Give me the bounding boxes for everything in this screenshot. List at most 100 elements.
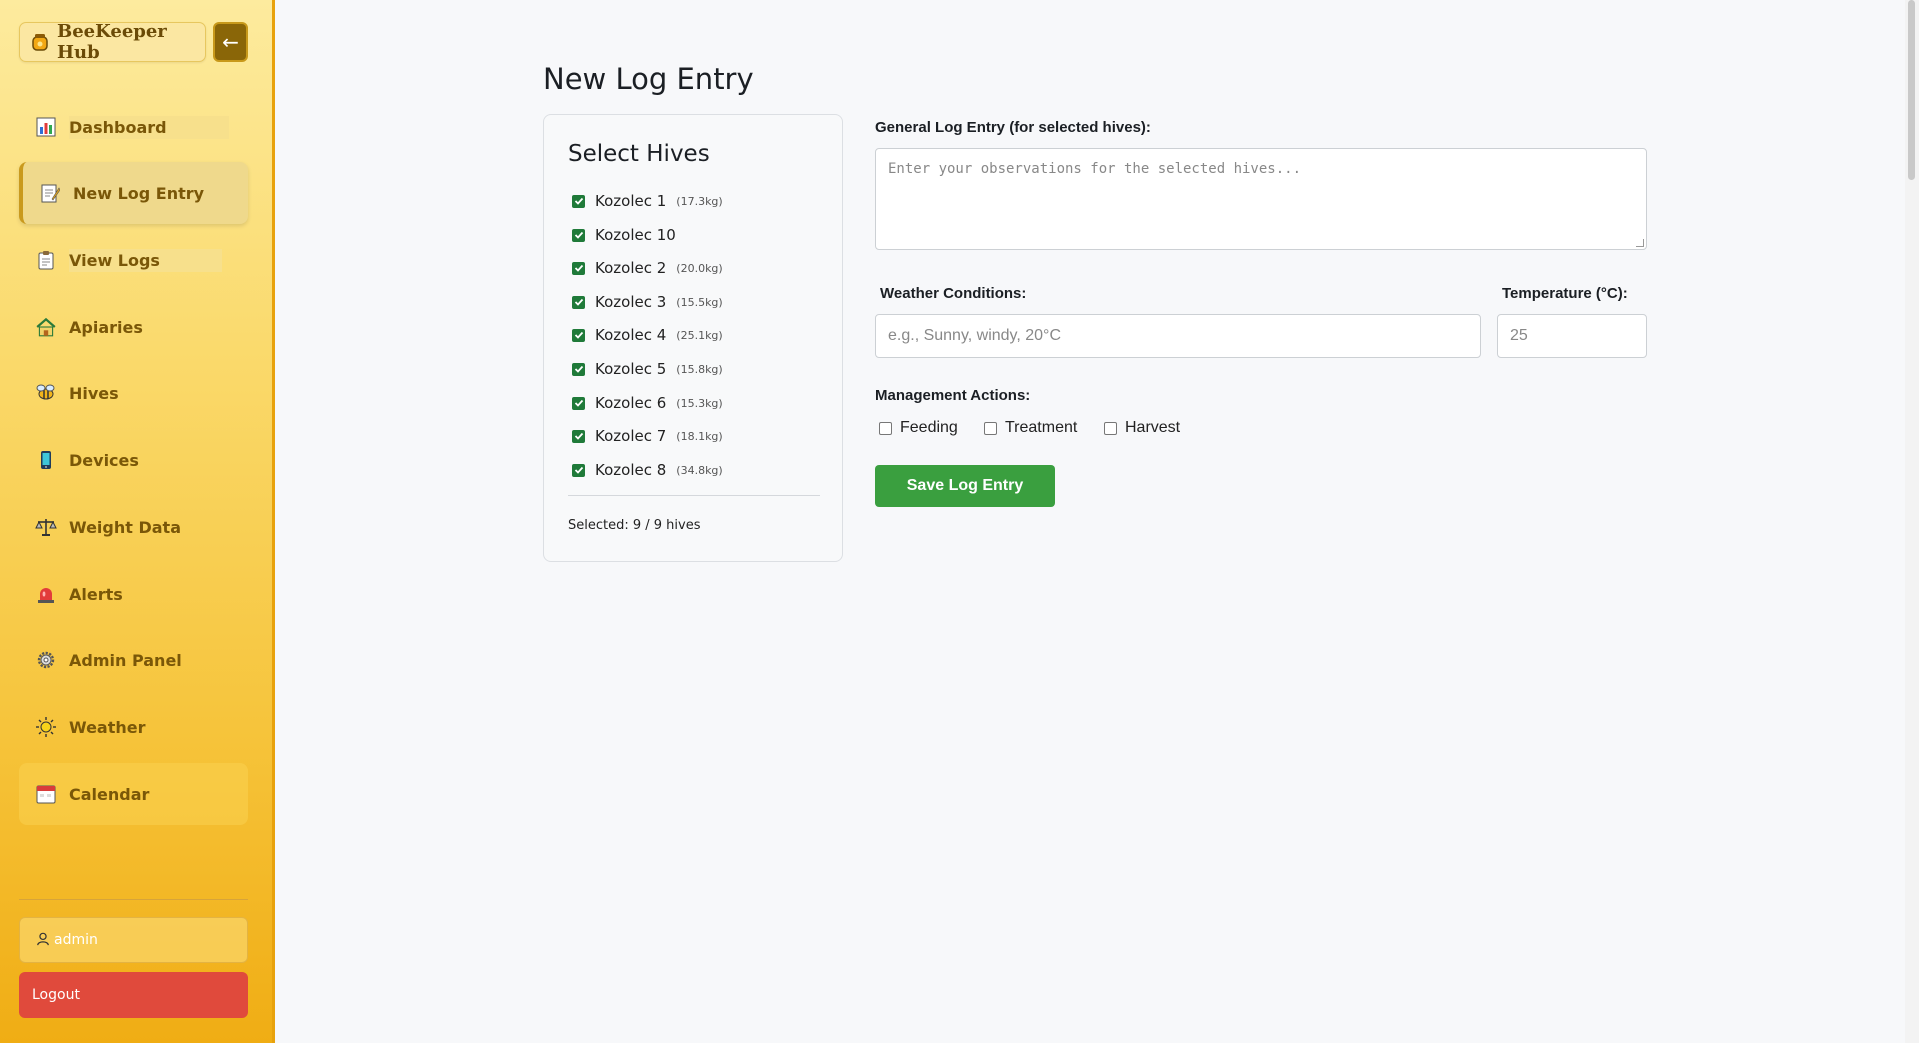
- divider: [568, 495, 820, 496]
- action-harvest[interactable]: Harvest: [1104, 419, 1180, 437]
- weather-placeholder: e.g., Sunny, windy, 20°C: [888, 327, 1062, 344]
- action-label: Harvest: [1125, 419, 1181, 436]
- hive-row[interactable]: Kozolec 6 (15.3kg): [572, 392, 723, 414]
- scale-icon: [35, 516, 57, 538]
- hive-name: Kozolec 7: [595, 427, 667, 445]
- select-hives-panel: Select Hives Kozolec 1 (17.3kg) Kozolec 10…: [543, 114, 843, 562]
- scrollbar-thumb[interactable]: [1908, 0, 1915, 180]
- hive-checkbox[interactable]: [572, 463, 585, 477]
- temperature-input[interactable]: 25: [1497, 314, 1647, 358]
- sidebar-item-label: Admin Panel: [69, 650, 182, 670]
- hive-row[interactable]: Kozolec 2 (20.0kg): [572, 257, 723, 279]
- siren-icon: [35, 583, 57, 605]
- hive-name: Kozolec 1: [595, 192, 667, 210]
- hive-checkbox[interactable]: [572, 328, 585, 342]
- sidebar-item-hives[interactable]: Hives: [19, 362, 248, 424]
- sidebar-item-admin-panel[interactable]: Admin Panel: [19, 629, 248, 691]
- temperature-placeholder: 25: [1510, 327, 1528, 344]
- hive-weight: (34.8kg): [676, 463, 723, 477]
- hive-weight: (25.1kg): [676, 328, 723, 342]
- sidebar-item-label: Apiaries: [69, 317, 143, 337]
- hive-row[interactable]: Kozolec 7 (18.1kg): [572, 425, 723, 447]
- hive-name: Kozolec 10: [595, 226, 676, 244]
- general-log-textarea[interactable]: Enter your observations for the selected…: [875, 148, 1647, 250]
- hive-checkbox[interactable]: [572, 429, 585, 443]
- action-label: Treatment: [1005, 419, 1078, 436]
- bee-icon: [35, 382, 57, 404]
- hive-weight: (15.3kg): [676, 396, 723, 410]
- hive-row[interactable]: Kozolec 3 (15.5kg): [572, 291, 723, 313]
- sidebar-item-devices[interactable]: Devices: [19, 429, 248, 491]
- logout-button[interactable]: Logout: [19, 972, 248, 1018]
- panel-title: Select Hives: [568, 141, 710, 167]
- action-label: Feeding: [900, 419, 958, 436]
- sidebar-item-weather[interactable]: Weather: [19, 696, 248, 758]
- hive-checkbox[interactable]: [572, 295, 585, 309]
- sidebar: BeeKeeper Hub ← Dashboard New Log Entry …: [0, 0, 275, 1043]
- weather-input[interactable]: e.g., Sunny, windy, 20°C: [875, 314, 1481, 358]
- scrollbar[interactable]: [1905, 0, 1919, 1043]
- sidebar-item-label: Hives: [69, 383, 119, 403]
- sidebar-item-dashboard[interactable]: Dashboard: [19, 96, 248, 158]
- hive-row[interactable]: Kozolec 1 (17.3kg): [572, 190, 723, 212]
- clipboard-icon: [35, 249, 57, 271]
- hive-name: Kozolec 6: [595, 394, 667, 412]
- sidebar-item-label: Alerts: [69, 584, 123, 604]
- hive-weight: (17.3kg): [676, 194, 723, 208]
- hive-name: Kozolec 8: [595, 461, 667, 479]
- hive-weight: (15.5kg): [676, 295, 723, 309]
- calendar-icon: [35, 783, 57, 805]
- sidebar-item-view-logs[interactable]: View Logs: [19, 229, 248, 291]
- user-box[interactable]: admin: [19, 917, 248, 963]
- hive-row[interactable]: Kozolec 10: [572, 224, 676, 246]
- hive-weight: (15.8kg): [676, 362, 723, 376]
- memo-icon: [39, 182, 61, 204]
- action-feeding[interactable]: Feeding: [879, 419, 958, 437]
- hive-checkbox[interactable]: [572, 362, 585, 376]
- sidebar-item-apiaries[interactable]: Apiaries: [19, 296, 248, 358]
- page-title: New Log Entry: [543, 62, 754, 96]
- harvest-checkbox[interactable]: [1104, 421, 1117, 435]
- honey-pot-icon: [30, 32, 50, 52]
- textarea-placeholder: Enter your observations for the selected…: [888, 161, 1302, 177]
- hive-row[interactable]: Kozolec 4 (25.1kg): [572, 324, 723, 346]
- hive-row[interactable]: Kozolec 5 (15.8kg): [572, 358, 723, 380]
- feeding-checkbox[interactable]: [879, 421, 892, 435]
- hive-checkbox[interactable]: [572, 396, 585, 410]
- hive-weight: (20.0kg): [676, 261, 723, 275]
- hive-checkbox[interactable]: [572, 194, 585, 208]
- hive-checkbox[interactable]: [572, 228, 585, 242]
- action-treatment[interactable]: Treatment: [984, 419, 1077, 437]
- sidebar-item-label: Weight Data: [69, 517, 181, 537]
- hive-name: Kozolec 5: [595, 360, 667, 378]
- user-icon: [36, 931, 50, 950]
- chart-icon: [35, 116, 57, 138]
- sidebar-item-label: Calendar: [69, 784, 150, 804]
- collapse-sidebar-button[interactable]: ←: [213, 22, 248, 62]
- hive-name: Kozolec 2: [595, 259, 667, 277]
- app-title: BeeKeeper Hub: [57, 21, 167, 63]
- brand[interactable]: BeeKeeper Hub: [19, 21, 206, 63]
- username: admin: [54, 932, 98, 948]
- general-log-label: General Log Entry (for selected hives):: [875, 119, 1151, 136]
- sidebar-item-calendar[interactable]: Calendar: [19, 763, 248, 825]
- sun-icon: [35, 716, 57, 738]
- treatment-checkbox[interactable]: [984, 421, 997, 435]
- house-icon: [35, 316, 57, 338]
- phone-icon: [35, 449, 57, 471]
- hive-weight: (18.1kg): [676, 429, 723, 443]
- sidebar-item-weight-data[interactable]: Weight Data: [19, 496, 248, 558]
- sidebar-item-new-log-entry[interactable]: New Log Entry: [19, 162, 248, 224]
- sidebar-item-label: Dashboard: [69, 115, 229, 139]
- sidebar-item-alerts[interactable]: Alerts: [19, 563, 248, 625]
- save-log-entry-button[interactable]: Save Log Entry: [875, 465, 1055, 507]
- hive-name: Kozolec 3: [595, 293, 667, 311]
- resize-handle[interactable]: [1636, 239, 1644, 247]
- selected-count: Selected: 9 / 9 hives: [568, 518, 701, 533]
- sidebar-item-label: Weather: [69, 717, 146, 737]
- sidebar-item-label: Devices: [69, 450, 139, 470]
- sidebar-divider: [19, 899, 248, 900]
- hive-checkbox[interactable]: [572, 261, 585, 275]
- hive-row[interactable]: Kozolec 8 (34.8kg): [572, 459, 723, 481]
- management-actions-label: Management Actions:: [875, 387, 1031, 404]
